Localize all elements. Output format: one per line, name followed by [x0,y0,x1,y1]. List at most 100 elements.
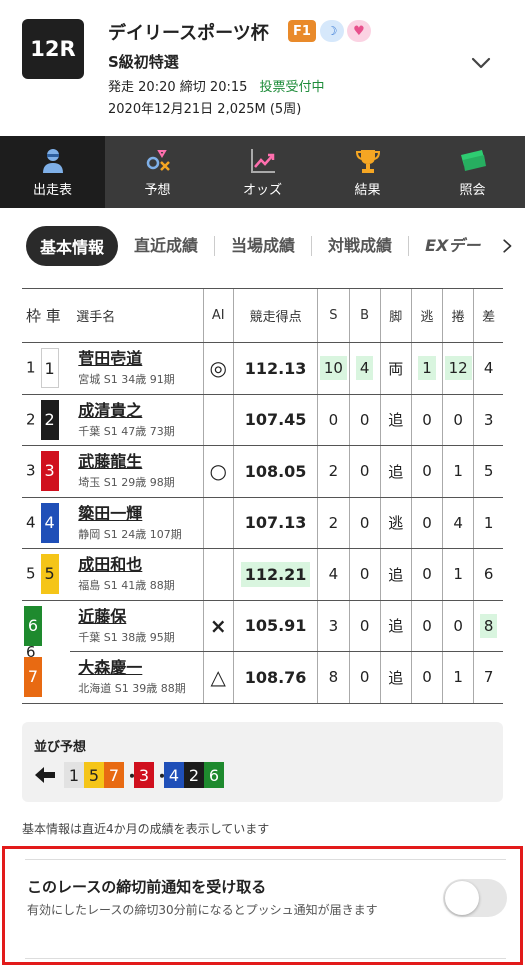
stat-makuri: 0 [453,410,463,429]
header-nige: 逃 [410,288,443,343]
stat-s: 2 [328,462,339,481]
stat-s: 3 [328,616,339,635]
racer-cell[interactable]: 菅田壱道宮城 S1 34歳 91期 [70,342,204,395]
race-header[interactable]: 12R デイリースポーツ杯 F1 ☽ ♥ S級初特選 発走 20:20 締切 2… [0,0,525,136]
line-separator: ・ [154,767,171,786]
notification-setting: このレースの締切前通知を受け取る 有効にしたレースの締切30分前になるとプッシュ… [25,859,507,959]
info-tabs: 基本情報 直近成績 当場成績 対戦成績 EXデー [0,226,525,266]
racer-cell[interactable]: 近藤保 千葉 S1 38歳 95期 [70,600,204,652]
stat-leg: 逃 [388,514,404,533]
stat-nige: 0 [422,668,432,687]
racer-cell[interactable]: 成清貴之千葉 S1 47歳 73期 [70,394,204,446]
notification-toggle[interactable] [443,879,507,917]
line-car-number: 3 [134,762,154,788]
table-header-row: 枠 車 選手名 AI 競走得点 S B 脚 逃 捲 差 [22,288,503,343]
table-row[interactable]: 1 1 菅田壱道 宮城 S1 34歳 91期 ◎ 112.13 10 4 両 1 12 4 [22,342,503,395]
racer-name[interactable]: 菅田壱道 [78,349,202,369]
race-title: デイリースポーツ杯 [108,23,269,44]
nav-label: 結果 [354,183,381,198]
nav-item-results[interactable]: 結果 [315,136,420,208]
chevron-down-icon[interactable] [470,52,492,74]
info-note: 基本情報は直近4か月の成績を表示しています [22,822,270,836]
stat-leg: 追 [388,411,404,430]
line-prediction: 並び予想 1 5 7 ・ 3 ・ 4 2 6 [22,722,503,802]
odds-chart-icon [250,149,275,173]
line-separator: ・ [124,767,141,786]
stat-sashi: 3 [483,410,494,429]
racer-name[interactable]: 武藤龍生 [78,452,202,472]
stat-nige: 0 [422,565,432,584]
betting-status: 投票受付中 [259,80,325,95]
car-number: 6 [24,605,42,646]
table-row[interactable]: 4 4 簗田一輝 静岡 S1 24歳 107期 107.13 2 0 逃 0 4 1 [22,497,503,549]
ai-mark: × [209,613,227,638]
header-s: S [317,288,350,343]
stat-sashi: 4 [483,359,494,378]
racer-info: 静岡 S1 24歳 107期 [78,527,182,541]
stat-nige: 0 [422,410,432,429]
racer-name[interactable]: 大森慶一 [78,658,202,678]
line-car-number: 1 [64,762,84,788]
stat-s: 10 [319,356,347,381]
nav-item-prediction[interactable]: 予想 [105,136,210,208]
header-name: 選手名 [70,288,204,343]
waku-number: 33 [22,445,71,498]
stat-b: 4 [355,356,374,381]
nav-item-inquiry[interactable]: 照会 [420,136,525,208]
waku-number: 11 [22,342,71,395]
line-car-number: 5 [84,762,104,788]
tab-basic-info[interactable]: 基本情報 [26,226,119,266]
stat-makuri: 1 [453,462,463,481]
header-b: B [348,288,381,343]
table-row[interactable]: 3 3 武藤龍生 埼玉 S1 29歳 98期 ○ 108.05 2 0 追 0 1 5 [22,445,503,498]
tab-head-to-head[interactable]: 対戦成績 [312,236,410,256]
table-row[interactable]: 5 5 成田和也 福島 S1 41歳 88期 112.21 4 0 追 0 1 6 [22,548,503,601]
stat-s: 0 [328,410,339,429]
competition-score: 107.45 [244,410,307,430]
stat-sashi: 7 [483,668,494,687]
racer-name[interactable]: 成田和也 [78,555,202,575]
racer-info: 千葉 S1 47歳 73期 [78,424,175,438]
line-car-number: 4 [164,762,184,788]
tab-venue-results[interactable]: 当場成績 [215,236,313,256]
stat-makuri: 1 [453,565,463,584]
stat-leg: 追 [388,617,404,636]
racer-cell[interactable]: 武藤龍生 埼玉 S1 29歳 98期 [70,445,204,498]
arrow-left-icon [35,767,55,783]
stat-b: 0 [359,668,370,687]
race-nav-bar: 出走表 予想 オッズ 結果 照会 [0,136,525,208]
ai-mark: ◎ [209,356,227,381]
racer-info: 宮城 S1 34歳 91期 [78,373,175,387]
racer-info: 北海道 S1 39歳 88期 [78,682,186,696]
competition-score: 112.21 [240,561,311,587]
notification-description: 有効にしたレースの締切30分前になるとプッシュ通知が届きます [27,903,378,917]
racer-name[interactable]: 成清貴之 [78,401,202,421]
car-number: 3 [40,451,59,492]
racer-cell[interactable]: 成田和也 福島 S1 41歳 88期 [70,548,204,601]
line-car-number: 7 [104,762,124,788]
table-row[interactable]: 大森慶一 北海道 S1 39歳 88期 △ 108.76 8 0 追 0 1 7 [22,651,503,704]
stat-nige: 0 [422,462,432,481]
header-ai: AI [202,288,234,343]
waku-number: 55 [22,548,71,601]
racer-cell[interactable]: 大森慶一北海道 S1 39歳 88期 [70,651,204,704]
nav-item-odds[interactable]: オッズ [210,136,315,208]
table-row[interactable]: 6 近藤保 千葉 S1 38歳 95期 × 105.91 3 0 追 0 0 8 [22,600,503,704]
nav-item-entries[interactable]: 出走表 [0,136,105,208]
tabs-scroll-right[interactable] [497,234,519,258]
ai-mark: ○ [209,459,227,484]
chevron-right-icon [503,239,512,253]
tab-ex-data[interactable]: EXデー [409,236,496,256]
stat-leg: 追 [388,565,404,584]
grade-badge: F1 [288,20,316,42]
racer-cell[interactable]: 簗田一輝静岡 S1 24歳 107期 [70,497,204,549]
line-car-number: 2 [184,762,204,788]
table-row[interactable]: 2 2 成清貴之 千葉 S1 47歳 73期 107.45 0 0 追 0 0 3 [22,394,503,446]
waku-number: 22 [22,394,71,446]
racer-name[interactable]: 簗田一輝 [78,504,202,524]
racer-name[interactable]: 近藤保 [78,607,202,627]
nav-label: 予想 [144,183,171,198]
heart-icon: ♥ [347,20,371,42]
stat-b: 0 [359,513,370,532]
tab-recent-results[interactable]: 直近成績 [118,236,216,256]
